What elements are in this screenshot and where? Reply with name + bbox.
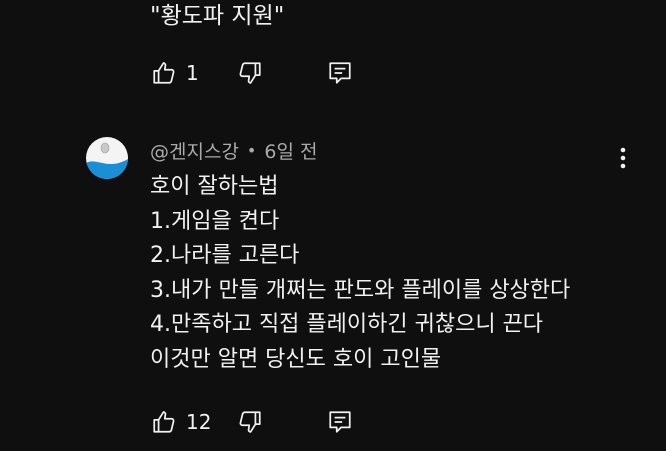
comment-line: 1.게임을 켠다 [150, 208, 280, 234]
comment-line: 3.내가 만들 개쩌는 판도와 플레이를 상상한다 [150, 277, 571, 303]
comment-author[interactable]: @겐지스강 [150, 137, 239, 164]
thumbs-up-icon[interactable] [150, 408, 178, 436]
comment-line: 이것만 알면 당신도 호이 고인물 [150, 346, 442, 372]
like-count: 12 [186, 410, 212, 434]
separator-dot: • [246, 140, 257, 160]
comment-actions: 12 [150, 407, 354, 437]
previous-comment-text: "황도파 지원" [150, 3, 285, 29]
reply-comment-icon[interactable] [326, 408, 354, 436]
comment-header: @겐지스강 • 6일 전 [150, 136, 317, 164]
avatar[interactable] [86, 137, 128, 179]
like-count: 1 [186, 61, 199, 85]
reply-comment-icon[interactable] [326, 59, 354, 87]
thumbs-down-icon[interactable] [236, 408, 264, 436]
thumbs-up-icon[interactable] [150, 59, 178, 87]
vertical-ellipsis-icon[interactable] [612, 143, 634, 173]
comment-line: 4.만족하고 직접 플레이하긴 귀찮으니 끈다 [150, 312, 544, 337]
thumbs-down-icon[interactable] [236, 59, 264, 87]
comment-timestamp[interactable]: 6일 전 [264, 137, 317, 164]
previous-comment-actions: 1 [150, 58, 354, 88]
comment-line: 호이 잘하는법 [150, 174, 279, 199]
comment-line: 2.나라를 고른다 [150, 243, 300, 268]
comment-body: 호이 잘하는법 1.게임을 켠다 2.나라를 고른다 3.내가 만들 개쩌는 판… [150, 170, 570, 377]
